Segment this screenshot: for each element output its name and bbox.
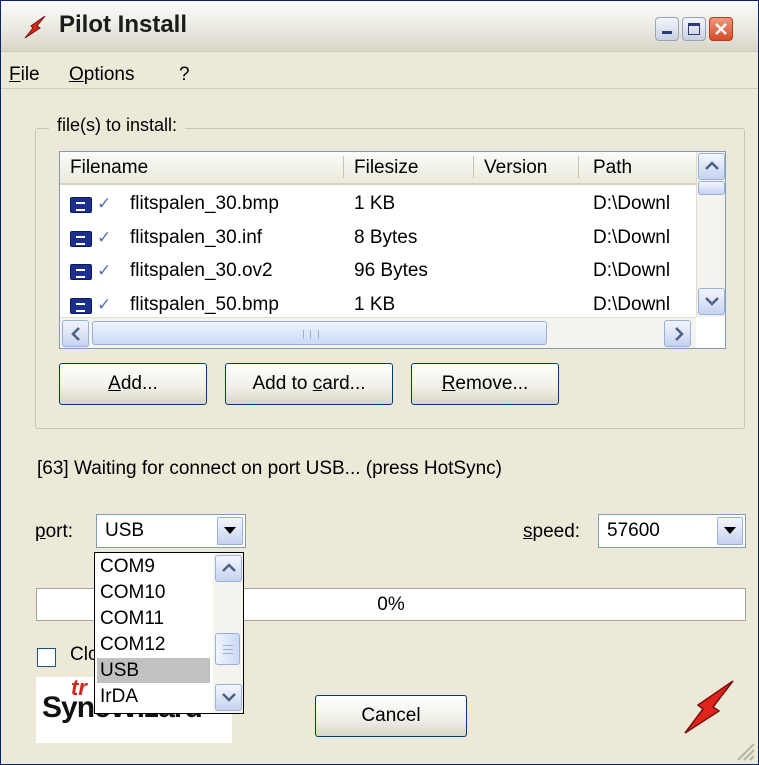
palm-app-icon <box>70 231 92 247</box>
maximize-icon <box>688 23 700 35</box>
filesize-cell: 96 Bytes <box>354 260 428 281</box>
scroll-down-button[interactable] <box>698 288 725 315</box>
palm-app-icon <box>70 197 92 213</box>
port-dropdown-button[interactable] <box>217 517 243 545</box>
maximize-button[interactable] <box>682 17 706 41</box>
close-option-checkbox[interactable] <box>37 648 56 667</box>
chevron-up-icon <box>705 161 719 170</box>
column-version[interactable]: Version <box>484 157 547 179</box>
file-list-header: Filename Filesize Version Path <box>60 152 725 185</box>
chevron-down-icon <box>224 527 236 534</box>
close-button[interactable] <box>709 17 733 41</box>
pilot-install-window: Pilot Install File Options ? file(s) to … <box>0 0 759 765</box>
menu-bar: File Options ? <box>1 52 758 89</box>
chevron-left-icon <box>71 327 80 341</box>
filename-cell: flitspalen_50.bmp <box>130 294 279 315</box>
checkmark-icon: ✓ <box>97 228 112 247</box>
path-cell: D:\Downl <box>593 294 671 315</box>
table-row[interactable]: ✓ flitspalen_30.inf 8 Bytes D:\Downl <box>60 223 696 253</box>
file-list-horizontal-scrollbar[interactable] <box>60 317 696 348</box>
minimize-icon <box>662 31 672 34</box>
hotsync-icon <box>684 680 734 734</box>
filename-cell: flitspalen_30.ov2 <box>130 260 273 281</box>
remove-button[interactable]: Remove... <box>411 363 559 405</box>
checkmark-icon: ✓ <box>97 295 112 314</box>
scroll-up-button[interactable] <box>698 153 725 180</box>
port-select-value: USB <box>105 520 145 541</box>
filesize-cell: 1 KB <box>354 294 396 315</box>
chevron-down-icon <box>705 297 719 306</box>
port-option[interactable]: COM10 <box>97 580 210 605</box>
port-option[interactable]: COM12 <box>97 632 210 657</box>
title-bar[interactable]: Pilot Install <box>1 1 758 52</box>
filesize-cell: 1 KB <box>354 193 396 214</box>
column-filesize[interactable]: Filesize <box>354 157 418 179</box>
add-to-card-button[interactable]: Add to card... <box>225 363 393 405</box>
scroll-thumb[interactable] <box>698 181 725 195</box>
file-list[interactable]: Filename Filesize Version Path ✓ flitspa… <box>59 151 726 349</box>
cancel-button[interactable]: Cancel <box>315 695 467 737</box>
status-text: [63] Waiting for connect on port USB... … <box>37 458 502 479</box>
menu-file[interactable]: File <box>9 64 40 86</box>
chevron-down-icon <box>724 527 736 534</box>
port-option[interactable]: IrDA <box>97 684 210 709</box>
scroll-thumb-horizontal[interactable] <box>92 321 547 345</box>
palm-app-icon <box>70 264 92 280</box>
menu-help[interactable]: ? <box>179 64 190 86</box>
palm-app-icon <box>70 298 92 314</box>
port-select[interactable]: USB <box>96 514 246 548</box>
chevron-down-icon <box>222 693 236 702</box>
filesize-cell: 8 Bytes <box>354 227 418 248</box>
table-row[interactable]: ✓ flitspalen_30.bmp 1 KB D:\Downl <box>60 189 696 219</box>
speed-select[interactable]: 57600 <box>598 514 746 548</box>
hotsync-icon <box>24 15 46 39</box>
path-cell: D:\Downl <box>593 260 671 281</box>
chevron-right-icon <box>675 327 684 341</box>
path-cell: D:\Downl <box>593 193 671 214</box>
column-path[interactable]: Path <box>593 157 632 179</box>
checkmark-icon: ✓ <box>97 194 112 213</box>
port-dropdown-scrollbar[interactable] <box>213 553 243 713</box>
port-option[interactable]: COM11 <box>97 606 210 631</box>
speed-select-value: 57600 <box>607 520 660 541</box>
table-row[interactable]: ✓ flitspalen_50.bmp 1 KB D:\Downl <box>60 290 696 320</box>
chevron-up-icon <box>222 563 236 572</box>
filename-cell: flitspalen_30.bmp <box>130 193 279 214</box>
filename-cell: flitspalen_30.inf <box>130 227 263 248</box>
port-label: port: <box>35 521 74 542</box>
minimize-button[interactable] <box>655 17 679 41</box>
close-icon <box>715 23 727 35</box>
resize-grip-icon[interactable] <box>734 740 756 762</box>
window-title: Pilot Install <box>59 11 188 38</box>
scroll-right-button[interactable] <box>664 320 691 347</box>
menu-options[interactable]: Options <box>69 64 134 86</box>
files-group-label: file(s) to install: <box>49 115 186 136</box>
scroll-down-button[interactable] <box>215 684 242 711</box>
port-option[interactable]: COM9 <box>97 554 210 579</box>
scroll-left-button[interactable] <box>62 320 89 347</box>
table-row[interactable]: ✓ flitspalen_30.ov2 96 Bytes D:\Downl <box>60 256 696 286</box>
scroll-up-button[interactable] <box>215 555 242 582</box>
file-list-vertical-scrollbar[interactable] <box>696 152 725 317</box>
path-cell: D:\Downl <box>593 227 671 248</box>
port-option-selected[interactable]: USB <box>97 658 210 683</box>
add-button[interactable]: Add... <box>59 363 207 405</box>
port-dropdown-list[interactable]: COM9 COM10 COM11 COM12 USB IrDA <box>94 552 244 714</box>
scroll-thumb[interactable] <box>215 633 240 665</box>
checkmark-icon: ✓ <box>97 261 112 280</box>
speed-dropdown-button[interactable] <box>717 517 743 545</box>
column-filename[interactable]: Filename <box>70 157 148 179</box>
speed-label: speed: <box>523 521 581 542</box>
